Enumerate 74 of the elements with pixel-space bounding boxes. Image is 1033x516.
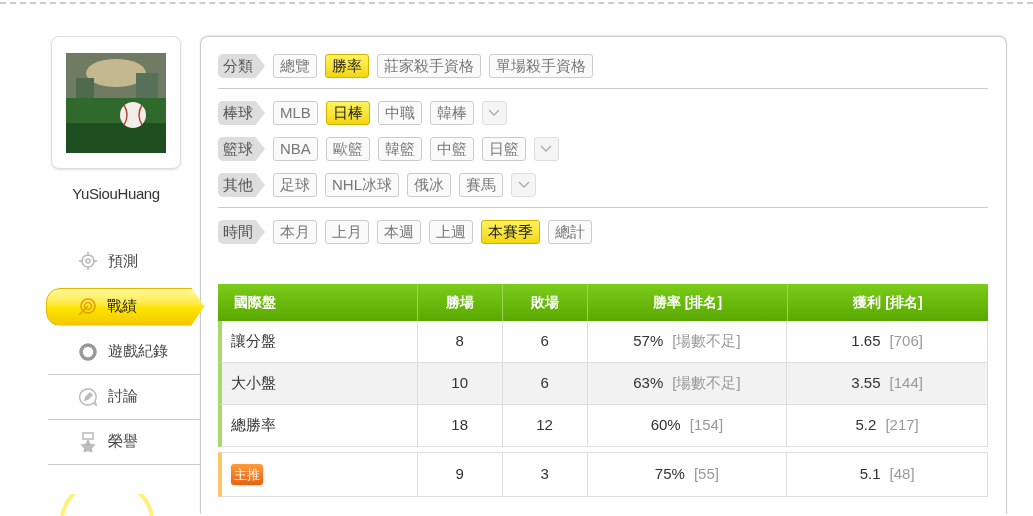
column-header: 國際盤	[233, 293, 277, 312]
filter-label: 棒球	[218, 101, 265, 125]
menu-item[interactable]: 討論	[48, 374, 200, 420]
chevron-down-icon	[488, 109, 501, 117]
table-cell-text: 1.65	[851, 331, 881, 352]
filter-chip[interactable]: NHL冰球	[325, 173, 399, 197]
menu-item[interactable]: 榮譽	[48, 419, 200, 465]
rank-text: [場數不足]	[672, 373, 741, 394]
medal-star-icon	[79, 431, 97, 452]
rank-text: [217]	[885, 415, 919, 436]
rank-text: [55]	[693, 464, 719, 485]
filter-chip[interactable]: 本賽季	[481, 220, 540, 244]
filter-chip[interactable]: 日籃	[481, 137, 526, 161]
menu-item[interactable]: 遊戲紀錄	[48, 329, 200, 375]
table-cell: 9	[416, 453, 502, 496]
filter-chip[interactable]: 歐籃	[325, 137, 370, 161]
filter-chip[interactable]: 本月	[273, 220, 317, 244]
filter-chip[interactable]: 上週	[429, 220, 473, 244]
featured-badge: 主推	[231, 463, 263, 486]
chat-pencil-icon	[78, 386, 98, 407]
menu-item[interactable]: 預測	[48, 238, 200, 284]
table-cell-text: 5.1	[859, 464, 881, 485]
filter-chip[interactable]: 日棒	[325, 101, 370, 125]
table-cell: 3	[501, 453, 587, 496]
rank-text: [場數不足]	[672, 331, 741, 352]
more-dropdown-button[interactable]	[533, 137, 559, 161]
table-cell-text: 大小盤	[231, 373, 276, 394]
rank-text: [706]	[889, 331, 923, 352]
table-cell-text: 60%	[650, 415, 681, 436]
filter-chip[interactable]: MLB	[273, 101, 318, 125]
crosshair-icon	[78, 251, 98, 271]
filter-chip[interactable]: 總計	[548, 220, 592, 244]
filter-chip[interactable]: NBA	[273, 137, 318, 161]
filter-chip[interactable]: 中職	[377, 101, 422, 125]
table-cell-text: 3.55	[851, 373, 881, 394]
table-cell-text: 57%	[633, 331, 664, 352]
username: YuSiouHuang	[72, 184, 160, 204]
table-cell: 6	[501, 321, 587, 362]
table-cell-text: 63%	[633, 373, 664, 394]
filter-chip[interactable]: 中籃	[429, 137, 474, 161]
filter-chip[interactable]: 本週	[377, 220, 421, 244]
filter-label: 其他	[218, 173, 265, 197]
more-dropdown-button[interactable]	[511, 173, 536, 197]
rank-text: [48]	[889, 464, 915, 485]
target-icon	[77, 296, 97, 317]
table-cell: 10	[416, 363, 502, 404]
table-cell: 12	[501, 405, 587, 446]
filter-chip[interactable]: 韓棒	[429, 101, 474, 125]
filter-chip[interactable]: 俄冰	[407, 173, 451, 197]
table-cell-text: 總勝率	[231, 415, 276, 436]
table-cell: 6	[501, 363, 587, 404]
filter-chip[interactable]: 足球	[273, 173, 317, 197]
more-dropdown-button[interactable]	[481, 101, 507, 125]
table-cell-text: 75%	[654, 464, 685, 485]
rank-text: [154]	[689, 415, 724, 436]
filter-label: 分類	[218, 54, 265, 78]
filter-chip[interactable]: 賽馬	[459, 173, 503, 197]
table-cell-text: 讓分盤	[231, 331, 276, 352]
chevron-down-icon	[517, 181, 530, 189]
menu-item[interactable]: 戰績	[46, 287, 204, 326]
ring-icon	[78, 341, 98, 362]
table-cell-text: 5.2	[855, 415, 877, 436]
filter-chip[interactable]: 莊家殺手資格	[377, 54, 481, 78]
filter-chip[interactable]: 上月	[325, 220, 369, 244]
rank-text: [144]	[889, 373, 923, 394]
filter-label: 籃球	[218, 137, 265, 161]
filter-chip[interactable]: 單場殺手資格	[489, 54, 593, 78]
filter-chip[interactable]: 韓籃	[377, 137, 422, 161]
filter-chip[interactable]: 總覽	[273, 54, 317, 78]
table-cell: 8	[416, 321, 502, 362]
chevron-down-icon	[540, 145, 553, 153]
filter-chip[interactable]: 勝率	[325, 54, 369, 78]
table-cell: 18	[416, 405, 502, 446]
filter-label: 時間	[218, 220, 265, 244]
